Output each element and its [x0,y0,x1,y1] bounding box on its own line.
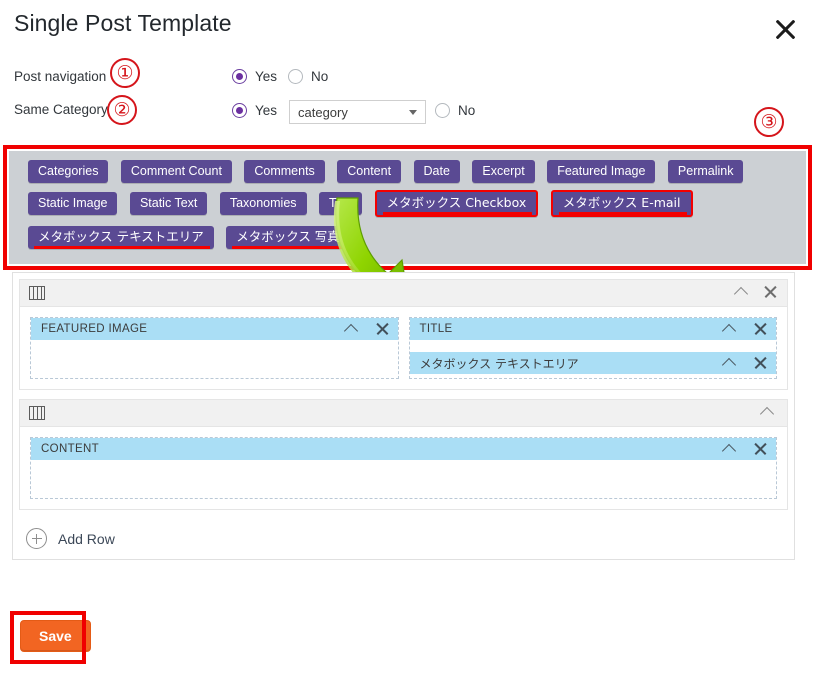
palette-tag-taxonomies[interactable]: Taxonomies [219,192,307,215]
plus-circle-icon [26,528,47,549]
palette-tag-metabox-checkbox[interactable]: メタボックス Checkbox [374,190,539,217]
widget-collapse-chevron-up-icon[interactable] [722,355,737,370]
palette-tag-content[interactable]: Content [337,160,402,183]
same-category-yes-option[interactable]: Yes [232,103,277,118]
builder-cell[interactable]: CONTENT [30,437,777,499]
category-select-value: category [298,104,348,120]
widget-label: FEATURED IMAGE [41,323,148,335]
builder-row[interactable]: FEATURED IMAGE TITLE メタボックス テキストエリア [19,279,788,390]
palette-tag-metabox-photo[interactable]: メタボックス 写真 [226,226,350,249]
widget-collapse-chevron-up-icon[interactable] [344,321,359,336]
builder-cell[interactable]: FEATURED IMAGE [30,317,399,379]
category-select[interactable]: category [289,100,426,124]
widget-content[interactable]: CONTENT [31,438,776,460]
post-navigation-label: Post navigation [14,69,107,84]
palette-tag-date[interactable]: Date [413,160,460,183]
palette-tag-featured-image[interactable]: Featured Image [547,160,656,183]
add-row-button[interactable]: Add Row [26,528,115,549]
form-row-post-navigation: Post navigation Yes No [0,67,817,93]
builder-row-header[interactable] [20,400,787,427]
widget-remove-close-icon[interactable] [753,441,768,456]
builder-row-body: FEATURED IMAGE TITLE メタボックス テキストエリア [20,307,787,389]
page-title: Single Post Template [14,10,232,36]
close-icon[interactable] [770,14,800,44]
widget-collapse-chevron-up-icon[interactable] [722,321,737,336]
widget-collapse-chevron-up-icon[interactable] [722,441,737,456]
modal-dialog: Single Post Template Post navigation Yes… [0,0,817,673]
palette-tag-metabox-email[interactable]: メタボックス E-mail [550,190,693,217]
widget-title[interactable]: TITLE [409,318,776,340]
post-navigation-yes-option[interactable]: Yes [232,69,277,84]
palette-tag-metabox-textarea[interactable]: メタボックス テキストエリア [28,226,214,249]
palette-tag-title[interactable]: Title [318,192,363,215]
chevron-down-icon [409,110,417,115]
save-button[interactable]: Save [20,620,91,652]
columns-icon [29,286,45,300]
row-remove-close-icon[interactable] [763,284,778,299]
post-navigation-no-label: No [311,69,329,84]
row-collapse-chevron-up-icon[interactable] [760,404,775,419]
post-navigation-no-option[interactable]: No [288,69,328,84]
widget-remove-close-icon[interactable] [753,355,768,370]
same-category-no-radio[interactable] [435,103,450,118]
widget-label: メタボックス テキストエリア [419,356,579,371]
palette-tag-comments[interactable]: Comments [244,160,325,183]
add-row-label: Add Row [58,530,115,547]
widget-palette: Categories Comment Count Comments Conten… [9,151,806,264]
palette-tag-static-image[interactable]: Static Image [28,192,118,215]
same-category-yes-radio[interactable] [232,103,247,118]
post-navigation-yes-label: Yes [255,69,278,84]
palette-tag-comment-count[interactable]: Comment Count [120,160,232,183]
columns-icon [29,406,45,420]
palette-tag-static-text[interactable]: Static Text [129,192,208,215]
same-category-no-label: No [458,103,476,118]
widget-metabox-textarea[interactable]: メタボックス テキストエリア [409,352,776,374]
row-collapse-chevron-up-icon[interactable] [734,284,749,299]
palette-tag-excerpt[interactable]: Excerpt [472,160,535,183]
palette-tag-categories[interactable]: Categories [28,160,109,183]
same-category-yes-label: Yes [255,103,278,118]
post-navigation-no-radio[interactable] [288,69,303,84]
same-category-label: Same Category [14,102,108,117]
builder-row-body: CONTENT [20,427,787,509]
palette-tag-permalink[interactable]: Permalink [667,160,744,183]
builder-row[interactable]: CONTENT [19,399,788,510]
post-navigation-yes-radio[interactable] [232,69,247,84]
widget-label: TITLE [419,323,453,335]
form-row-same-category: Same Category Yes category No [0,100,817,126]
same-category-no-option[interactable]: No [435,103,475,118]
widget-label: CONTENT [41,443,100,455]
widget-remove-close-icon[interactable] [753,321,768,336]
widget-featured-image[interactable]: FEATURED IMAGE [31,318,398,340]
widget-remove-close-icon[interactable] [375,321,390,336]
builder-row-header[interactable] [20,280,787,307]
builder-cell[interactable]: TITLE メタボックス テキストエリア [408,317,777,379]
template-builder-canvas: FEATURED IMAGE TITLE メタボックス テキストエリア CONT… [12,272,795,560]
